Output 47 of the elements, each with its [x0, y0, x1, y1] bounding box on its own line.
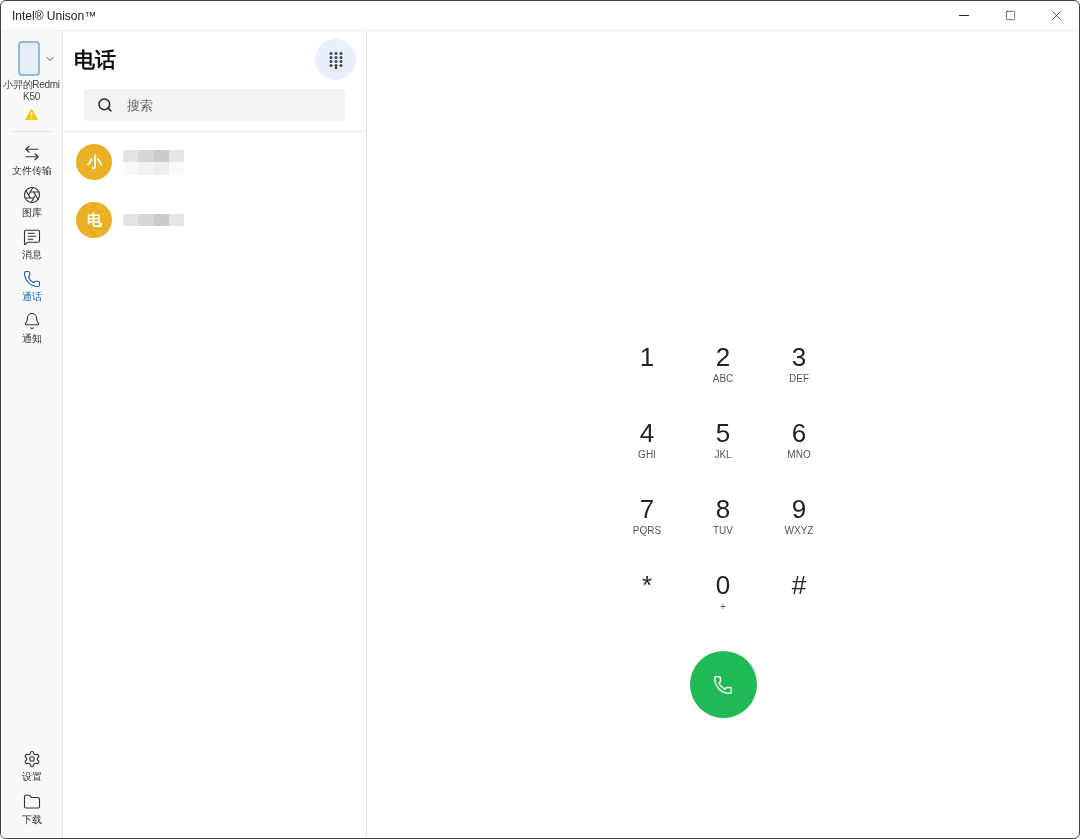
search-icon [97, 97, 113, 113]
folder-icon [22, 793, 41, 811]
contact-avatar: 小 [76, 144, 112, 180]
phone-drawing [17, 41, 40, 76]
minimize-icon [959, 15, 969, 16]
dial-key[interactable]: 0 + [688, 565, 758, 635]
dial-key[interactable]: 1 [612, 337, 682, 407]
dial-key[interactable]: 6 MNO [764, 413, 834, 483]
dial-key[interactable]: * [612, 565, 682, 635]
dial-key[interactable]: 3 DEF [764, 337, 834, 407]
nav-item[interactable]: 通知 [2, 308, 61, 349]
dial-key[interactable]: 4 GHI [612, 413, 682, 483]
contact-avatar: 电 [76, 202, 112, 238]
keypad-icon [327, 50, 344, 69]
nav-label: 图库 [21, 207, 42, 219]
nav-label: 通知 [21, 333, 42, 345]
search-field[interactable]: 搜索 [84, 89, 345, 121]
nav-item[interactable]: 消息 [2, 224, 61, 265]
message-icon [22, 228, 41, 246]
dial-key[interactable]: 5 JKL [688, 413, 758, 483]
dial-key[interactable]: 2 ABC [688, 337, 758, 407]
device-name: 小羿的Redmi K50 [2, 79, 61, 103]
nav-item[interactable]: 设置 [2, 746, 61, 787]
window-title: Intel® Unison™ [12, 7, 97, 25]
phone-icon [713, 674, 733, 695]
device-selector[interactable]: 小羿的Redmi K50 [1, 31, 62, 123]
bell-icon [22, 312, 41, 330]
settings-icon [22, 750, 41, 768]
aperture-icon [22, 186, 41, 204]
nav-label: 消息 [21, 249, 42, 261]
nav-item[interactable]: 下载 [2, 789, 61, 830]
arrows-icon [22, 144, 41, 162]
dial-key[interactable]: 7 PQRS [612, 489, 682, 559]
dial-key[interactable]: # [764, 565, 834, 635]
maximize-icon [1004, 10, 1016, 21]
nav-label: 下载 [21, 814, 42, 826]
phone-icon [22, 270, 41, 288]
panel-title: 电话 [74, 46, 116, 73]
dial-key[interactable]: 9 WXYZ [764, 489, 834, 559]
nav-label: 设置 [21, 771, 42, 783]
nav-item[interactable]: 通话 [2, 266, 61, 307]
nav-label: 文件传输 [11, 165, 52, 177]
nav-item[interactable]: 文件传输 [2, 140, 61, 181]
dial-key[interactable]: 8 TUV [688, 489, 758, 559]
dialpad-button[interactable] [315, 39, 356, 80]
nav-label: 通话 [21, 291, 42, 303]
nav-item[interactable]: 图库 [2, 182, 61, 223]
